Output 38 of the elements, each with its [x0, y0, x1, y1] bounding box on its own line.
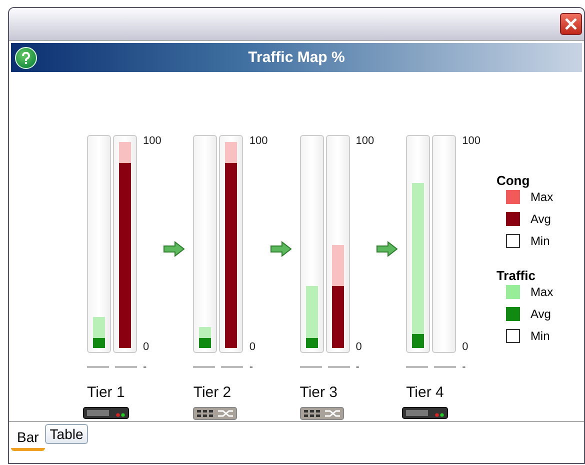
- min-mark: -: [143, 361, 147, 373]
- legend-label: Avg: [530, 307, 551, 321]
- scale-max-label: 100: [143, 135, 162, 147]
- min-mark: -: [249, 361, 254, 373]
- legend-title: Cong: [496, 173, 531, 188]
- view-tab[interactable]: Table: [44, 424, 88, 444]
- switch-icon: [193, 407, 238, 420]
- legend-label: Max: [530, 285, 554, 299]
- scale-max-label: 100: [249, 135, 268, 147]
- tier-label: Tier 1: [87, 384, 125, 401]
- arrow-icon: [376, 241, 398, 257]
- legend-swatch: [506, 329, 520, 343]
- legend-label: Max: [530, 190, 554, 204]
- tier-label: Tier 3: [300, 384, 338, 401]
- tier-label: Tier 4: [406, 384, 444, 401]
- legend-label: Avg: [530, 212, 551, 226]
- legend-title: Traffic: [496, 268, 536, 283]
- min-mark: -: [462, 361, 466, 373]
- legend-label: Min: [530, 329, 550, 343]
- min-mark: -: [356, 361, 360, 373]
- switch-icon: [300, 407, 344, 420]
- scale-min-label: 0: [249, 341, 256, 353]
- server-icon: [402, 407, 448, 419]
- scale-max-label: 100: [356, 135, 374, 147]
- close-icon: [565, 18, 577, 30]
- server-icon: [83, 407, 129, 419]
- legend-swatch: [506, 234, 520, 248]
- scale-min-label: 0: [462, 341, 470, 353]
- scale-min-label: 0: [356, 341, 363, 353]
- tier-label: Tier 2: [193, 384, 232, 401]
- arrow-icon: [270, 241, 292, 257]
- scale-min-label: 0: [143, 341, 150, 353]
- help-icon[interactable]: [15, 46, 37, 68]
- window-title: Traffic Map %: [248, 49, 345, 66]
- legend-label: Min: [530, 234, 550, 248]
- close-button[interactable]: [560, 13, 582, 35]
- arrow-icon: [163, 241, 186, 257]
- scale-max-label: 100: [462, 135, 480, 147]
